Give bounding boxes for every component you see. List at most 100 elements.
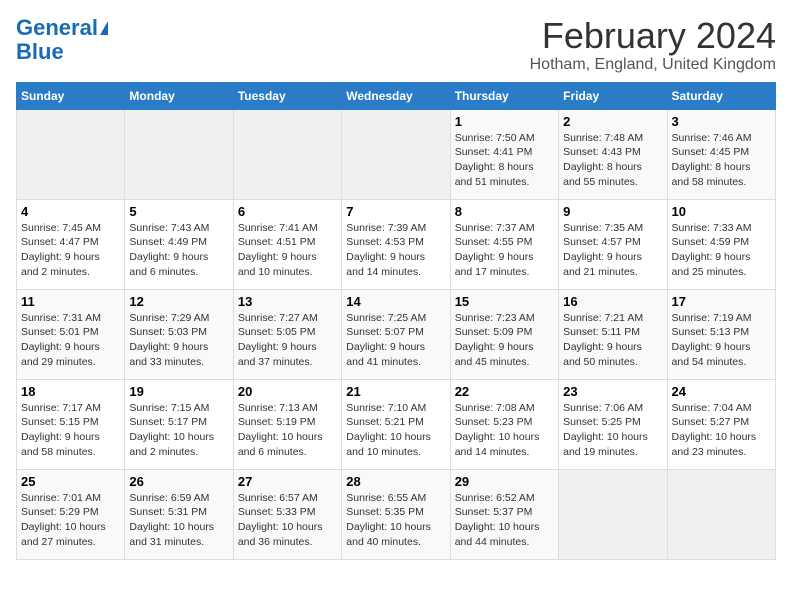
day-info: Sunrise: 7:15 AMSunset: 5:17 PMDaylight:… xyxy=(129,401,228,460)
calendar-cell: 24Sunrise: 7:04 AMSunset: 5:27 PMDayligh… xyxy=(667,379,775,469)
day-info: Sunrise: 7:41 AMSunset: 4:51 PMDaylight:… xyxy=(238,221,337,280)
day-number: 15 xyxy=(455,294,554,309)
header-saturday: Saturday xyxy=(667,82,775,109)
calendar-cell: 12 Sunrise: 7:29 AMSunset: 5:03 PMDayligh… xyxy=(125,289,233,379)
day-info: Sunrise: 7:21 AMSunset: 5:11 PMDaylight:… xyxy=(563,311,662,370)
calendar-cell: 11 Sunrise: 7:31 AMSunset: 5:01 PMDayligh… xyxy=(17,289,125,379)
day-number: 16 xyxy=(563,294,662,309)
calendar-cell: 2 Sunrise: 7:48 AMSunset: 4:43 PMDaylight… xyxy=(559,109,667,199)
calendar-cell: 17 Sunrise: 7:19 AMSunset: 5:13 PMDayligh… xyxy=(667,289,775,379)
day-info: Sunrise: 7:37 AMSunset: 4:55 PMDaylight:… xyxy=(455,221,554,280)
day-info: Sunrise: 7:31 AMSunset: 5:01 PMDaylight:… xyxy=(21,311,120,370)
day-info: Sunrise: 7:29 AMSunset: 5:03 PMDaylight:… xyxy=(129,311,228,370)
calendar-cell: 16 Sunrise: 7:21 AMSunset: 5:11 PMDayligh… xyxy=(559,289,667,379)
header-wednesday: Wednesday xyxy=(342,82,450,109)
day-info: Sunrise: 7:50 AMSunset: 4:41 PMDaylight:… xyxy=(455,131,554,190)
calendar-cell: 6 Sunrise: 7:41 AMSunset: 4:51 PMDaylight… xyxy=(233,199,341,289)
day-info: Sunrise: 7:35 AMSunset: 4:57 PMDaylight:… xyxy=(563,221,662,280)
calendar-cell: 1 Sunrise: 7:50 AMSunset: 4:41 PMDaylight… xyxy=(450,109,558,199)
day-info: Sunrise: 6:57 AMSunset: 5:33 PMDaylight:… xyxy=(238,491,337,550)
week-row-2: 11 Sunrise: 7:31 AMSunset: 5:01 PMDayligh… xyxy=(17,289,776,379)
day-info: Sunrise: 6:55 AMSunset: 5:35 PMDaylight:… xyxy=(346,491,445,550)
calendar-cell xyxy=(559,469,667,559)
calendar-cell: 26Sunrise: 6:59 AMSunset: 5:31 PMDayligh… xyxy=(125,469,233,559)
calendar-body: 1 Sunrise: 7:50 AMSunset: 4:41 PMDaylight… xyxy=(17,109,776,559)
week-row-3: 18 Sunrise: 7:17 AMSunset: 5:15 PMDayligh… xyxy=(17,379,776,469)
calendar-cell: 22 Sunrise: 7:08 AMSunset: 5:23 PMDayligh… xyxy=(450,379,558,469)
calendar-cell: 18 Sunrise: 7:17 AMSunset: 5:15 PMDayligh… xyxy=(17,379,125,469)
calendar-cell: 23 Sunrise: 7:06 AMSunset: 5:25 PMDayligh… xyxy=(559,379,667,469)
day-number: 29 xyxy=(455,474,554,489)
day-info: Sunrise: 7:04 AMSunset: 5:27 PMDaylight:… xyxy=(672,401,771,460)
day-number: 11 xyxy=(21,294,120,309)
title-area: February 2024 Hotham, England, United Ki… xyxy=(530,16,776,74)
day-info: Sunrise: 7:39 AMSunset: 4:53 PMDaylight:… xyxy=(346,221,445,280)
day-number: 20 xyxy=(238,384,337,399)
day-info: Sunrise: 7:48 AMSunset: 4:43 PMDaylight:… xyxy=(563,131,662,190)
day-info: Sunrise: 7:10 AMSunset: 5:21 PMDaylight:… xyxy=(346,401,445,460)
header-sunday: Sunday xyxy=(17,82,125,109)
day-number: 25 xyxy=(21,474,120,489)
day-info: Sunrise: 7:46 AMSunset: 4:45 PMDaylight:… xyxy=(672,131,771,190)
day-info: Sunrise: 7:17 AMSunset: 5:15 PMDaylight:… xyxy=(21,401,120,460)
calendar-cell: 4 Sunrise: 7:45 AMSunset: 4:47 PMDaylight… xyxy=(17,199,125,289)
day-info: Sunrise: 6:52 AMSunset: 5:37 PMDaylight:… xyxy=(455,491,554,550)
day-number: 18 xyxy=(21,384,120,399)
calendar-cell: 19 Sunrise: 7:15 AMSunset: 5:17 PMDayligh… xyxy=(125,379,233,469)
logo: General Blue xyxy=(16,16,108,64)
day-info: Sunrise: 7:23 AMSunset: 5:09 PMDaylight:… xyxy=(455,311,554,370)
day-info: Sunrise: 7:43 AMSunset: 4:49 PMDaylight:… xyxy=(129,221,228,280)
day-number: 4 xyxy=(21,204,120,219)
location-subtitle: Hotham, England, United Kingdom xyxy=(530,56,776,74)
day-number: 17 xyxy=(672,294,771,309)
day-number: 12 xyxy=(129,294,228,309)
day-info: Sunrise: 7:06 AMSunset: 5:25 PMDaylight:… xyxy=(563,401,662,460)
day-info: Sunrise: 7:19 AMSunset: 5:13 PMDaylight:… xyxy=(672,311,771,370)
week-row-1: 4 Sunrise: 7:45 AMSunset: 4:47 PMDaylight… xyxy=(17,199,776,289)
header-tuesday: Tuesday xyxy=(233,82,341,109)
calendar-cell: 8 Sunrise: 7:37 AMSunset: 4:55 PMDaylight… xyxy=(450,199,558,289)
day-number: 8 xyxy=(455,204,554,219)
header-monday: Monday xyxy=(125,82,233,109)
calendar-header: SundayMondayTuesdayWednesdayThursdayFrid… xyxy=(17,82,776,109)
calendar-cell: 28 Sunrise: 6:55 AMSunset: 5:35 PMDayligh… xyxy=(342,469,450,559)
day-number: 9 xyxy=(563,204,662,219)
calendar-cell: 29 Sunrise: 6:52 AMSunset: 5:37 PMDayligh… xyxy=(450,469,558,559)
logo-text-blue: Blue xyxy=(16,40,64,64)
day-number: 1 xyxy=(455,114,554,129)
day-number: 6 xyxy=(238,204,337,219)
calendar-cell: 7 Sunrise: 7:39 AMSunset: 4:53 PMDaylight… xyxy=(342,199,450,289)
calendar-cell: 13 Sunrise: 7:27 AMSunset: 5:05 PMDayligh… xyxy=(233,289,341,379)
day-number: 22 xyxy=(455,384,554,399)
week-row-0: 1 Sunrise: 7:50 AMSunset: 4:41 PMDaylight… xyxy=(17,109,776,199)
day-number: 2 xyxy=(563,114,662,129)
page-header: General Blue February 2024 Hotham, Engla… xyxy=(16,16,776,74)
calendar-cell: 21Sunrise: 7:10 AMSunset: 5:21 PMDayligh… xyxy=(342,379,450,469)
calendar-cell xyxy=(17,109,125,199)
week-row-4: 25Sunrise: 7:01 AMSunset: 5:29 PMDayligh… xyxy=(17,469,776,559)
calendar-cell xyxy=(233,109,341,199)
day-number: 13 xyxy=(238,294,337,309)
day-info: Sunrise: 7:13 AMSunset: 5:19 PMDaylight:… xyxy=(238,401,337,460)
day-number: 23 xyxy=(563,384,662,399)
logo-triangle-icon xyxy=(100,21,108,35)
day-number: 27 xyxy=(238,474,337,489)
day-number: 5 xyxy=(129,204,228,219)
day-number: 19 xyxy=(129,384,228,399)
day-number: 3 xyxy=(672,114,771,129)
header-thursday: Thursday xyxy=(450,82,558,109)
calendar-cell: 10Sunrise: 7:33 AMSunset: 4:59 PMDayligh… xyxy=(667,199,775,289)
day-number: 28 xyxy=(346,474,445,489)
day-info: Sunrise: 7:45 AMSunset: 4:47 PMDaylight:… xyxy=(21,221,120,280)
day-number: 26 xyxy=(129,474,228,489)
month-year-title: February 2024 xyxy=(530,16,776,56)
day-info: Sunrise: 7:27 AMSunset: 5:05 PMDaylight:… xyxy=(238,311,337,370)
day-info: Sunrise: 7:33 AMSunset: 4:59 PMDaylight:… xyxy=(672,221,771,280)
calendar-table: SundayMondayTuesdayWednesdayThursdayFrid… xyxy=(16,82,776,560)
calendar-cell: 25Sunrise: 7:01 AMSunset: 5:29 PMDayligh… xyxy=(17,469,125,559)
day-info: Sunrise: 7:08 AMSunset: 5:23 PMDaylight:… xyxy=(455,401,554,460)
day-number: 7 xyxy=(346,204,445,219)
calendar-cell: 9 Sunrise: 7:35 AMSunset: 4:57 PMDaylight… xyxy=(559,199,667,289)
calendar-cell xyxy=(667,469,775,559)
calendar-cell xyxy=(342,109,450,199)
